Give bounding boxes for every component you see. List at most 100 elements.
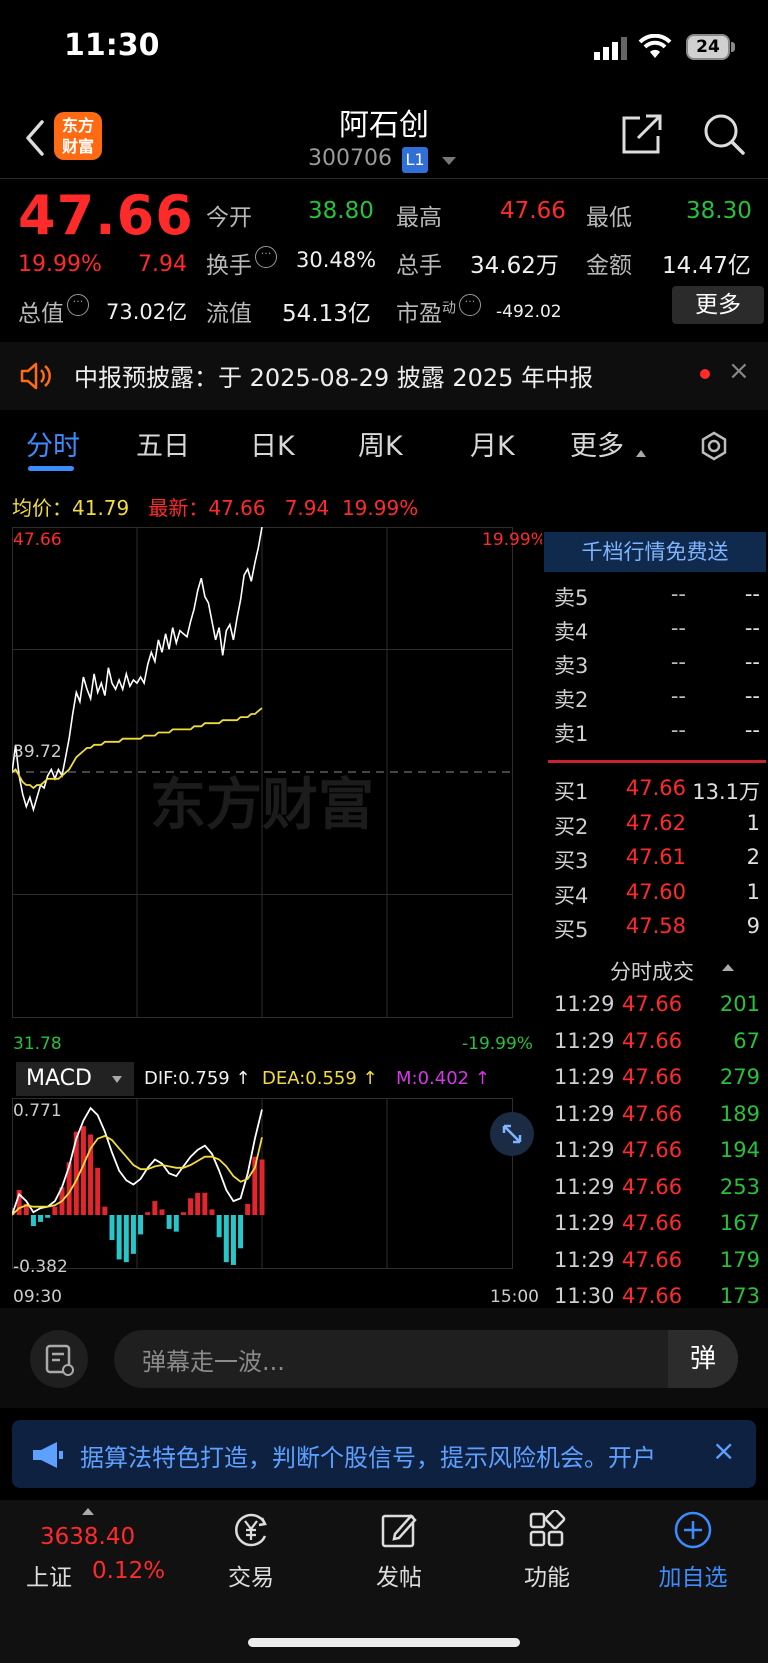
- danmaku-list-button[interactable]: [30, 1330, 88, 1388]
- macd-histogram-bar: [166, 1214, 172, 1229]
- index-name[interactable]: 上证: [26, 1558, 72, 1592]
- macd-histogram-bar: [245, 1203, 251, 1215]
- battery-indicator: 24: [686, 34, 730, 60]
- high-label: 最高: [396, 205, 442, 231]
- nav-trade[interactable]: 交易: [196, 1510, 306, 1592]
- ask-row[interactable]: 卖1 -- --: [554, 718, 766, 750]
- index-caret-icon[interactable]: [82, 1508, 94, 1515]
- bid-label: 买3: [554, 849, 589, 873]
- macd-caret-icon[interactable]: [112, 1076, 122, 1083]
- ask-label: 卖4: [554, 620, 589, 644]
- trade-time: 11:29: [554, 1138, 615, 1162]
- bid-volume: 13.1万: [692, 780, 760, 804]
- ask-price: --: [670, 582, 686, 606]
- ask-row[interactable]: 卖2 -- --: [554, 684, 766, 716]
- search-icon[interactable]: [702, 112, 746, 156]
- macd-histogram-bar: [102, 1206, 108, 1215]
- amount-label: 金额: [586, 253, 632, 279]
- nav-functions[interactable]: 功能: [492, 1510, 602, 1592]
- trade-volume: 67: [733, 1028, 760, 1053]
- share-icon[interactable]: [620, 112, 664, 156]
- orderbook-promo-banner[interactable]: 千档行情免费送: [544, 532, 766, 572]
- tab-five-day[interactable]: 五日: [136, 424, 190, 463]
- more-button[interactable]: 更多: [672, 286, 764, 324]
- trade-time: 11:30: [554, 1284, 615, 1308]
- danmaku-toggle-button[interactable]: 弹: [668, 1330, 738, 1388]
- x-start-label: 09:30: [13, 1287, 62, 1307]
- bid-row[interactable]: 买5 47.58 9: [554, 914, 766, 946]
- bid-price: 47.66: [625, 776, 686, 800]
- promo-text[interactable]: 据算法特色打造，判断个股信号，提示风险机会。开户: [80, 1438, 700, 1473]
- macd-histogram-bar: [30, 1214, 36, 1227]
- open-value: 38.80: [308, 198, 374, 224]
- index-value[interactable]: 3638.40: [40, 1524, 135, 1550]
- bid-label: 买4: [554, 883, 589, 908]
- promo-close-button[interactable]: ×: [712, 1434, 735, 1467]
- ask-row[interactable]: 卖5 -- --: [554, 582, 766, 614]
- index-percent[interactable]: 0.12%: [92, 1558, 165, 1584]
- ask-label: 卖5: [554, 586, 589, 610]
- ask-label: 卖2: [554, 688, 589, 712]
- y-top-label: 47.66: [13, 530, 62, 550]
- bid-price: 47.61: [625, 845, 686, 869]
- bid-row[interactable]: 买1 47.66 13.1万: [554, 776, 766, 808]
- turnover-value: 30.48%: [296, 248, 377, 272]
- trades-caret-icon[interactable]: [722, 964, 734, 971]
- nav-post[interactable]: 发帖: [344, 1510, 454, 1592]
- intraday-chart[interactable]: 47.66 19.99% 39.72 31.78 -19.99%: [12, 527, 542, 1057]
- wifi-icon: [638, 34, 672, 58]
- bid-row[interactable]: 买3 47.61 2: [554, 845, 766, 877]
- trade-time: 11:29: [554, 1065, 615, 1089]
- bid-volume: 9: [746, 914, 760, 938]
- info-icon: ···: [255, 246, 277, 268]
- macd-histogram-bar: [195, 1192, 201, 1215]
- last-price: 47.66: [18, 184, 194, 247]
- ask-price: --: [670, 684, 686, 708]
- ask-row[interactable]: 卖4 -- --: [554, 616, 766, 648]
- trade-volume: 179: [719, 1247, 760, 1272]
- bid-row[interactable]: 买4 47.60 1: [554, 880, 766, 912]
- notice-close-button[interactable]: ×: [728, 356, 750, 386]
- level-badge[interactable]: L1: [402, 147, 428, 173]
- macd-chart[interactable]: 0.771 -0.382 09:30 15:00: [12, 1098, 542, 1308]
- chart-grid: [12, 527, 513, 1018]
- bid-price: 47.62: [625, 810, 686, 835]
- open-label: 今开: [206, 205, 252, 231]
- bid-row[interactable]: 买2 47.62 1: [554, 811, 766, 843]
- bid-volume: 2: [746, 845, 760, 869]
- chevron-down-icon[interactable]: [442, 157, 456, 165]
- macd-top-label: 0.771: [13, 1101, 62, 1121]
- gear-icon[interactable]: [696, 428, 732, 464]
- tab-more[interactable]: 更多: [570, 424, 624, 463]
- ask-volume: --: [744, 684, 760, 708]
- y-mid-label: 39.72: [13, 742, 62, 762]
- expand-chart-button[interactable]: [490, 1112, 534, 1156]
- tab-intraday[interactable]: 分时: [26, 424, 80, 463]
- ask-row[interactable]: 卖3 -- --: [554, 650, 766, 682]
- info-icon: ···: [67, 294, 89, 316]
- nav-add-watchlist[interactable]: 加自选: [638, 1510, 748, 1592]
- float-label: 流值: [206, 301, 252, 327]
- tab-daily-k[interactable]: 日K: [250, 424, 295, 463]
- home-indicator[interactable]: [248, 1638, 520, 1647]
- trade-time: 11:29: [554, 1174, 615, 1199]
- danmaku-placeholder[interactable]: 弹幕走一波...: [142, 1342, 285, 1377]
- trades-title[interactable]: 分时成交: [610, 956, 694, 986]
- macd-histogram-bar: [180, 1212, 186, 1215]
- change-amount: 7.94: [138, 252, 187, 277]
- volume-label: 总手: [396, 253, 442, 279]
- tab-weekly-k[interactable]: 周K: [358, 424, 403, 463]
- grid-icon: [529, 1510, 566, 1547]
- notice-text[interactable]: 中报预披露：于 2025-08-29 披露 2025 年中报: [74, 358, 593, 393]
- tab-monthly-k[interactable]: 月K: [470, 424, 515, 463]
- add-circle-icon: [674, 1511, 712, 1549]
- macd-histogram-bar: [159, 1209, 165, 1215]
- stock-code: 300706: [308, 146, 392, 171]
- trade-price: 47.66: [622, 1065, 683, 1089]
- y-bottom-label: 31.78: [13, 1034, 62, 1054]
- megaphone-icon: [33, 1442, 63, 1468]
- macd-bottom-label: -0.382: [13, 1257, 68, 1277]
- unread-dot: [700, 369, 710, 379]
- list-icon: [45, 1344, 74, 1376]
- trade-price: 47.66: [622, 1284, 683, 1308]
